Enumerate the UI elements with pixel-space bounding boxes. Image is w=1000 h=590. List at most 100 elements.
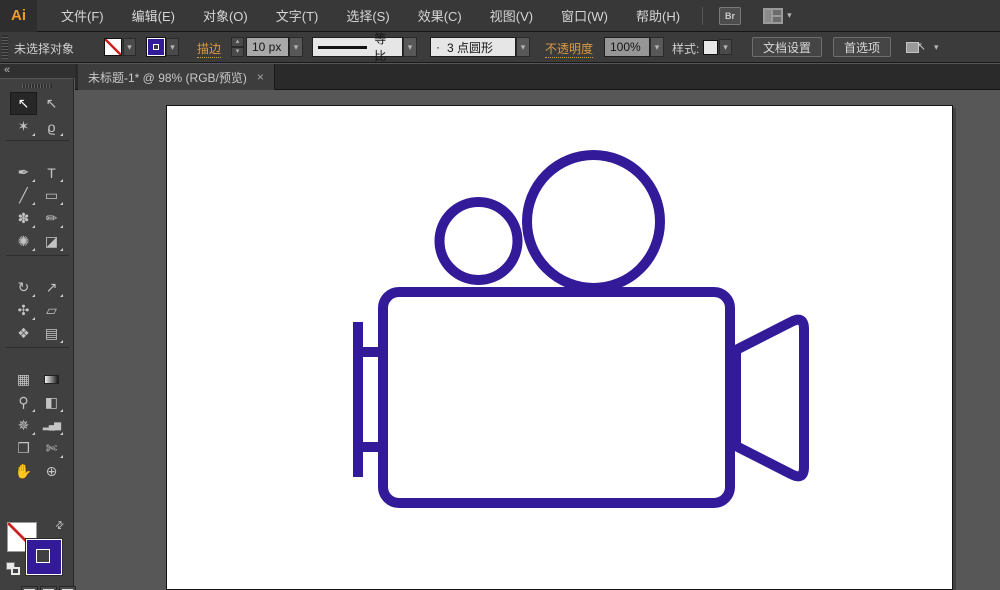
mesh-tool-icon: ▦ xyxy=(17,371,30,388)
stroke-color-swatch[interactable] xyxy=(147,38,165,56)
menu-bar: Ai 文件(F) 编辑(E) 对象(O) 文字(T) 选择(S) 效果(C) 视… xyxy=(0,0,1000,32)
swap-fill-stroke-icon[interactable]: ⇄ xyxy=(53,519,67,533)
style-dropdown[interactable]: ▾ xyxy=(719,39,732,55)
artboard[interactable] xyxy=(166,105,953,590)
blend-tool[interactable]: ◧ xyxy=(38,391,65,414)
opacity-input[interactable]: 100% xyxy=(604,37,650,57)
style-label: 样式: xyxy=(672,40,699,57)
width-profile-dropdown[interactable]: ▾ xyxy=(403,37,417,57)
pencil-tool-icon: ✏ xyxy=(46,210,58,227)
opacity-panel-link[interactable]: 不透明度 xyxy=(545,40,593,58)
fill-color-swatch[interactable] xyxy=(104,38,122,56)
type-tool[interactable]: T xyxy=(38,161,65,184)
stroke-profile-line-icon xyxy=(318,46,367,49)
direct-selection-tool[interactable]: ↖ xyxy=(38,92,65,115)
select-similar-dropdown[interactable]: ▾ xyxy=(934,42,939,53)
magic-wand-tool[interactable]: ✶ xyxy=(10,115,37,138)
gradient-tool[interactable] xyxy=(38,368,65,391)
menu-help[interactable]: 帮助(H) xyxy=(622,0,694,31)
magic-wand-tool-icon: ✶ xyxy=(18,118,30,135)
menu-edit[interactable]: 编辑(E) xyxy=(118,0,189,31)
paintbrush-tool-icon: ✽ xyxy=(18,210,30,227)
menu-window[interactable]: 窗口(W) xyxy=(547,0,622,31)
mesh-tool[interactable]: ▦ xyxy=(10,368,37,391)
perspective-grid-tool[interactable]: ▤ xyxy=(38,322,65,345)
pen-tool[interactable]: ✒ xyxy=(10,161,37,184)
chevron-down-icon: ▾ xyxy=(723,42,728,53)
line-segment-tool-icon: ╱ xyxy=(19,187,27,204)
lasso-tool[interactable]: ϱ xyxy=(38,115,65,138)
close-icon[interactable]: × xyxy=(257,70,264,84)
width-tool-icon: ✣ xyxy=(18,302,30,319)
pencil-tool[interactable]: ✏ xyxy=(38,207,65,230)
menu-select[interactable]: 选择(S) xyxy=(332,0,403,31)
menu-view[interactable]: 视图(V) xyxy=(476,0,547,31)
chevron-down-icon: ▾ xyxy=(521,42,526,53)
chevron-down-icon: ▾ xyxy=(127,42,132,53)
app-logo: Ai xyxy=(0,0,37,32)
stroke-color-dropdown[interactable]: ▾ xyxy=(166,38,179,56)
stroke-width-stepper[interactable]: ▴ ▾ xyxy=(231,37,244,57)
stepper-up-icon[interactable]: ▴ xyxy=(231,37,244,47)
stroke-width-dropdown[interactable]: ▾ xyxy=(289,37,303,57)
eraser-tool[interactable]: ◪ xyxy=(38,230,65,253)
select-similar-icon[interactable]: ↖ xyxy=(906,40,926,55)
bridge-button[interactable]: Br xyxy=(719,7,741,25)
style-swatch[interactable] xyxy=(703,40,718,55)
gradient-button[interactable] xyxy=(40,586,57,590)
type-tool-icon: T xyxy=(47,165,56,181)
document-tab-title: 未标题-1* @ 98% (RGB/预览) xyxy=(88,69,247,86)
document-tab[interactable]: 未标题-1* @ 98% (RGB/预览) × xyxy=(78,64,275,90)
selection-tool[interactable]: ↖ xyxy=(10,92,37,115)
color-controls: ⇄ ❐ xyxy=(0,444,74,590)
stroke-swatch[interactable] xyxy=(26,539,62,575)
brush-definition-dropdown[interactable]: ▾ xyxy=(516,37,530,57)
blob-brush-tool[interactable]: ✺ xyxy=(10,230,37,253)
paintbrush-tool[interactable]: ✽ xyxy=(10,207,37,230)
scale-tool[interactable]: ↗ xyxy=(38,276,65,299)
color-button[interactable] xyxy=(21,586,38,590)
line-segment-tool[interactable]: ╱ xyxy=(10,184,37,207)
panel-grip-icon[interactable] xyxy=(22,84,52,88)
eyedropper-tool-icon: ⚲ xyxy=(18,394,28,411)
default-fill-stroke-icon[interactable] xyxy=(6,562,20,575)
menu-effect[interactable]: 效果(C) xyxy=(404,0,476,31)
collapse-panel-icon[interactable]: « xyxy=(4,64,10,77)
preferences-button[interactable]: 首选项 xyxy=(833,37,891,57)
stroke-width-input[interactable]: 10 px xyxy=(246,37,289,57)
panel-grip-icon[interactable] xyxy=(2,35,8,59)
shape-builder-tool[interactable]: ❖ xyxy=(10,322,37,345)
rotate-tool[interactable]: ↻ xyxy=(10,276,37,299)
scale-tool-icon: ↗ xyxy=(46,279,58,296)
menu-type[interactable]: 文字(T) xyxy=(262,0,333,31)
workspace-switcher[interactable]: ▾ xyxy=(763,8,792,24)
brush-definition-select[interactable]: · 3 点圆形 xyxy=(430,37,516,57)
shape-builder-tool-icon: ❖ xyxy=(17,325,30,342)
gradient-tool-icon xyxy=(44,375,59,384)
direct-selection-tool-icon: ↖ xyxy=(46,95,58,112)
blend-tool-icon: ◧ xyxy=(45,394,58,411)
rectangle-tool[interactable]: ▭ xyxy=(38,184,65,207)
chevron-down-icon: ▾ xyxy=(787,10,792,21)
none-button[interactable] xyxy=(59,586,76,590)
opacity-dropdown[interactable]: ▾ xyxy=(650,37,664,57)
stepper-down-icon[interactable]: ▾ xyxy=(231,47,244,57)
free-transform-tool[interactable]: ▱ xyxy=(38,299,65,322)
width-tool[interactable]: ✣ xyxy=(10,299,37,322)
blob-brush-tool-icon: ✺ xyxy=(18,233,30,250)
tools-panel-header: « xyxy=(0,64,75,78)
eraser-tool-icon: ◪ xyxy=(45,233,58,250)
menu-file[interactable]: 文件(F) xyxy=(47,0,118,31)
symbol-sprayer-tool[interactable]: ✵ xyxy=(10,414,37,437)
pen-tool-icon: ✒ xyxy=(18,164,30,181)
fill-color-dropdown[interactable]: ▾ xyxy=(123,38,136,56)
rectangle-tool-icon: ▭ xyxy=(45,187,58,204)
document-setup-button[interactable]: 文档设置 xyxy=(752,37,822,57)
width-profile-select[interactable]: 等比 xyxy=(312,37,403,57)
cursor-icon: ↖ xyxy=(917,40,926,53)
column-graph-tool[interactable]: ▂▄▆ xyxy=(38,414,65,437)
eyedropper-tool[interactable]: ⚲ xyxy=(10,391,37,414)
stroke-panel-link[interactable]: 描边 xyxy=(197,40,221,58)
menu-object[interactable]: 对象(O) xyxy=(189,0,262,31)
pasteboard[interactable] xyxy=(75,90,1000,590)
